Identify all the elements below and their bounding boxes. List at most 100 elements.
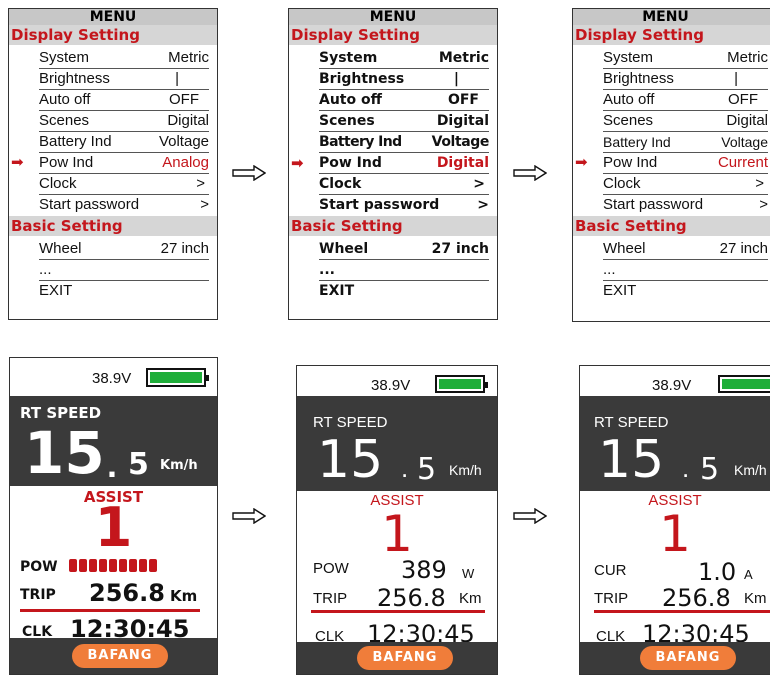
row-label: Brightness	[603, 70, 674, 87]
row-label: Brightness	[39, 70, 110, 87]
rt-speed-label: RT SPEED	[313, 414, 388, 431]
menu-row-start-password[interactable]: Start password >	[603, 195, 768, 216]
trip-unit: Km	[744, 590, 767, 607]
power-bar-segment	[69, 559, 77, 572]
row-label: Battery Ind	[39, 133, 112, 150]
menu-row-start-password[interactable]: Start password >	[39, 195, 209, 216]
menu-row-battery-ind[interactable]: Battery Ind Voltage	[319, 132, 489, 153]
row-label: Auto off	[39, 91, 91, 108]
menu-row-exit[interactable]: EXIT	[603, 281, 768, 302]
menu-row-brightness[interactable]: Brightness |	[39, 69, 209, 90]
menu-row-scenes[interactable]: Scenes Digital	[603, 111, 768, 132]
menu-row-brightness[interactable]: Brightness |	[319, 69, 489, 90]
dash-screen-digital: 38.9V RT SPEED 15 . 5 Km/h ASSIST 1 POW …	[296, 365, 498, 675]
power-bar-segment	[89, 559, 97, 572]
row-value: Analog	[162, 154, 209, 171]
menu-row-more[interactable]: ...	[319, 260, 489, 281]
row-label: Scenes	[319, 113, 375, 129]
battery-fill	[439, 379, 481, 389]
row-value: Digital	[167, 112, 209, 129]
menu-row-pow-ind[interactable]: ➡ Pow Ind Analog	[11, 153, 209, 174]
menu-row-auto-off[interactable]: Auto off OFF	[319, 90, 489, 111]
menu-row-more[interactable]: ...	[39, 260, 209, 281]
row-value: |	[734, 70, 738, 87]
menu-row-clock[interactable]: Clock >	[39, 174, 209, 195]
menu-title: MENU	[9, 9, 217, 25]
row-value: >	[477, 197, 489, 213]
hollow-right-arrow-icon	[232, 508, 266, 524]
menu-row-scenes[interactable]: Scenes Digital	[39, 111, 209, 132]
menu-row-wheel[interactable]: Wheel 27 inch	[319, 239, 489, 260]
trip-label: TRIP	[313, 590, 348, 607]
row-label: ...	[319, 262, 335, 278]
row-label: Start password	[319, 197, 440, 213]
speed-unit: Km/h	[160, 458, 198, 473]
hollow-right-arrow-icon	[232, 165, 266, 181]
footer-bar: BAFANG	[10, 638, 217, 674]
power-bar-segment	[99, 559, 107, 572]
speed-panel: RT SPEED 15 . 5 Km/h	[297, 396, 497, 491]
power-bar-segment	[129, 559, 137, 572]
menu-row-auto-off[interactable]: Auto off OFF	[39, 90, 209, 111]
row-label: Wheel	[39, 240, 82, 257]
row-label: Clock	[319, 176, 362, 192]
row-value: >	[196, 175, 205, 192]
row-value: Metric	[438, 50, 489, 66]
menu-row-wheel[interactable]: Wheel 27 inch	[39, 239, 209, 260]
menu-row-start-password[interactable]: Start password >	[319, 195, 489, 216]
speed-decimal: 5	[700, 452, 720, 487]
pow-label: POW	[20, 559, 58, 575]
menu-row-system[interactable]: System Metric	[603, 48, 768, 69]
speed-unit: Km/h	[449, 462, 482, 478]
right-arrow-icon: ➡	[291, 154, 304, 172]
row-label: Clock	[603, 175, 641, 192]
trip-unit: Km	[459, 590, 482, 607]
menu-row-scenes[interactable]: Scenes Digital	[319, 111, 489, 132]
trip-value: 256.8	[662, 584, 731, 612]
row-value: OFF	[447, 92, 479, 108]
menu-row-pow-ind[interactable]: ➡ Pow Ind Current	[575, 153, 768, 174]
cur-unit: A	[744, 567, 753, 582]
speed-dot: .	[682, 453, 690, 483]
battery-icon	[146, 368, 209, 387]
menu-row-brightness[interactable]: Brightness |	[603, 69, 768, 90]
section-display-setting: Display Setting	[9, 25, 217, 45]
assist-level: 1	[659, 505, 691, 563]
trip-value: 256.8	[377, 584, 446, 612]
voltage-readout: 38.9V	[92, 370, 132, 387]
menu-row-clock[interactable]: Clock >	[319, 174, 489, 195]
menu-row-battery-ind[interactable]: Battery Ind Voltage	[603, 132, 768, 153]
bafang-logo: BAFANG	[357, 646, 453, 670]
menu-screen-current: MENU Display Setting System Metric Bright…	[572, 8, 770, 322]
row-label: Pow Ind	[319, 155, 382, 171]
pow-label: POW	[313, 560, 349, 577]
row-value: OFF	[169, 91, 199, 108]
row-label: Battery Ind	[319, 134, 402, 150]
menu-row-pow-ind[interactable]: ➡ Pow Ind Digital	[291, 153, 489, 174]
power-bar-meter	[69, 559, 157, 572]
menu-row-clock[interactable]: Clock >	[603, 174, 768, 195]
battery-icon	[718, 375, 770, 393]
row-label: Wheel	[319, 241, 369, 257]
row-value: Current	[717, 154, 768, 171]
menu-row-auto-off[interactable]: Auto off OFF	[603, 90, 768, 111]
row-value: >	[755, 175, 764, 192]
voltage-readout: 38.9V	[652, 377, 692, 394]
row-value: Digital	[436, 113, 489, 129]
row-value: >	[200, 196, 209, 213]
row-value: Digital	[726, 112, 768, 129]
menu-row-more[interactable]: ...	[603, 260, 768, 281]
row-label: System	[603, 49, 654, 66]
menu-row-exit[interactable]: EXIT	[39, 281, 209, 302]
row-label: ...	[603, 261, 616, 278]
menu-row-system[interactable]: System Metric	[39, 48, 209, 69]
speed-decimal: 5	[417, 452, 437, 487]
bafang-logo: BAFANG	[640, 646, 736, 670]
row-label: Auto off	[319, 92, 382, 108]
menu-row-wheel[interactable]: Wheel 27 inch	[603, 239, 768, 260]
menu-row-battery-ind[interactable]: Battery Ind Voltage	[39, 132, 209, 153]
voltage-readout: 38.9V	[371, 377, 411, 394]
menu-row-system[interactable]: System Metric	[319, 48, 489, 69]
speed-dot: .	[401, 453, 409, 483]
menu-row-exit[interactable]: EXIT	[319, 281, 489, 302]
